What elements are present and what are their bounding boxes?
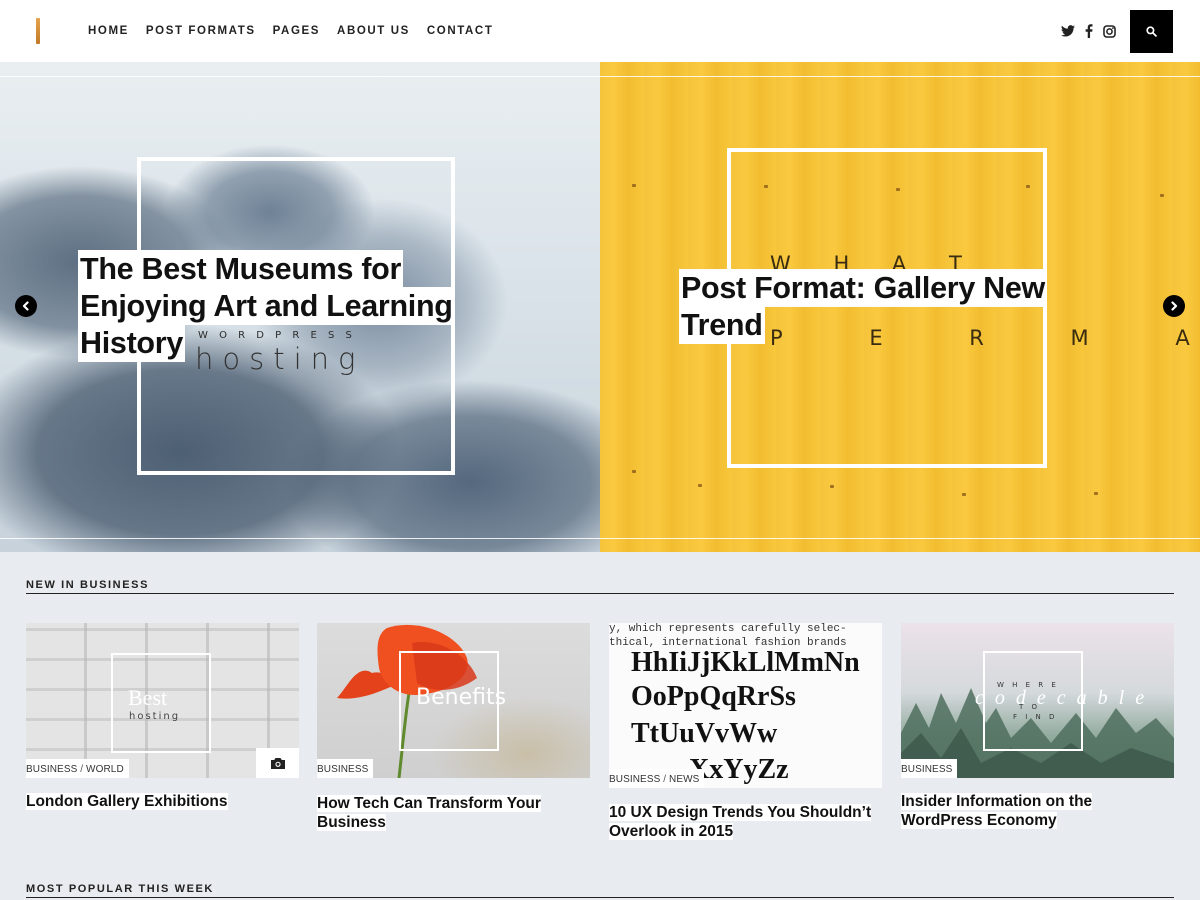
- post-thumbnail[interactable]: Best hosting BUSINESS / WORLD: [26, 623, 299, 778]
- camera-icon: [270, 757, 285, 769]
- hero-slider: W O R D P R E S S hosting The Best Museu…: [0, 62, 1200, 552]
- thumb-image-text: codecable: [975, 687, 1156, 709]
- social-links: [1061, 0, 1116, 62]
- search-icon: [1146, 26, 1157, 37]
- category-link[interactable]: NEWS: [669, 774, 699, 785]
- nav-pages[interactable]: PAGES: [273, 25, 320, 37]
- twitter-icon[interactable]: [1061, 25, 1075, 37]
- post-categories: BUSINESS: [901, 759, 958, 778]
- post-card-2[interactable]: Benefits BUSINESS How Tech Can Transform…: [317, 623, 590, 832]
- post-thumbnail[interactable]: Benefits BUSINESS: [317, 623, 590, 778]
- post-categories: BUSINESS: [317, 759, 374, 778]
- post-card-1[interactable]: Best hosting BUSINESS / WORLD London Gal…: [26, 623, 299, 811]
- post-thumbnail[interactable]: W H E R E T O F I N D codecable BUSINESS: [901, 623, 1174, 778]
- hero-slide-1-title[interactable]: The Best Museums for Enjoying Art and Le…: [80, 251, 460, 362]
- chevron-left-icon: [22, 301, 29, 311]
- post-title[interactable]: Insider Information on the WordPress Eco…: [901, 792, 1174, 830]
- nav-home[interactable]: HOME: [88, 25, 129, 37]
- thumb-image-small-text: F I N D: [1013, 713, 1058, 721]
- hero-slide-2-title[interactable]: Post Format: Gallery New Trend: [681, 270, 1061, 344]
- slider-prev-button[interactable]: [15, 295, 37, 317]
- section-heading-business: NEW IN BUSINESS: [26, 579, 1174, 594]
- post-title[interactable]: How Tech Can Transform Your Business: [317, 794, 590, 832]
- hero-slide-2[interactable]: W H A T P E R M A L I Post Format: Galle…: [600, 62, 1200, 552]
- post-thumbnail[interactable]: y, which represents carefully selec- thi…: [609, 623, 882, 788]
- post-card-3[interactable]: y, which represents carefully selec- thi…: [609, 623, 882, 841]
- thumb-typeset-line: TtUuVvWw: [631, 718, 778, 749]
- post-title[interactable]: London Gallery Exhibitions: [26, 792, 299, 811]
- section-heading-popular: MOST POPULAR THIS WEEK: [26, 883, 1174, 898]
- thumb-image-text: Benefits: [416, 685, 507, 710]
- nav-post-formats[interactable]: POST FORMATS: [146, 25, 256, 37]
- site-logo[interactable]: [36, 18, 40, 44]
- nav-contact[interactable]: CONTACT: [427, 25, 494, 37]
- hero-divider-bottom: [0, 538, 1200, 539]
- category-link[interactable]: BUSINESS: [901, 764, 952, 775]
- category-link[interactable]: BUSINESS: [609, 774, 660, 785]
- post-categories: BUSINESS / NEWS: [609, 769, 705, 788]
- instagram-icon[interactable]: [1103, 24, 1116, 38]
- thumb-typeset-line: HhIiJjKkLlMmNn: [631, 647, 860, 678]
- search-button[interactable]: [1130, 10, 1173, 53]
- slider-next-button[interactable]: [1163, 295, 1185, 317]
- post-format-badge: [256, 748, 299, 778]
- nav-about-us[interactable]: ABOUT US: [337, 25, 410, 37]
- category-link[interactable]: WORLD: [86, 764, 124, 775]
- hero-divider-top: [0, 76, 1200, 77]
- category-link[interactable]: BUSINESS: [26, 764, 77, 775]
- site-header: HOME POST FORMATS PAGES ABOUT US CONTACT: [0, 0, 1200, 62]
- thumb-typeset-line: OoPpQqRrSs: [631, 681, 796, 712]
- category-link[interactable]: BUSINESS: [317, 764, 368, 775]
- thumb-image-text: Best: [128, 685, 168, 710]
- thumb-image-subtext: hosting: [129, 711, 181, 722]
- facebook-icon[interactable]: [1085, 24, 1093, 38]
- post-categories: BUSINESS / WORLD: [26, 759, 129, 778]
- post-title[interactable]: 10 UX Design Trends You Shouldn’t Overlo…: [609, 803, 882, 841]
- chevron-right-icon: [1171, 301, 1178, 311]
- thumb-typeset-line: y, which represents carefully selec-: [609, 623, 847, 635]
- main-nav: HOME POST FORMATS PAGES ABOUT US CONTACT: [88, 0, 510, 62]
- post-card-4[interactable]: W H E R E T O F I N D codecable BUSINESS…: [901, 623, 1174, 830]
- hero-slide-1[interactable]: W O R D P R E S S hosting The Best Museu…: [0, 62, 600, 552]
